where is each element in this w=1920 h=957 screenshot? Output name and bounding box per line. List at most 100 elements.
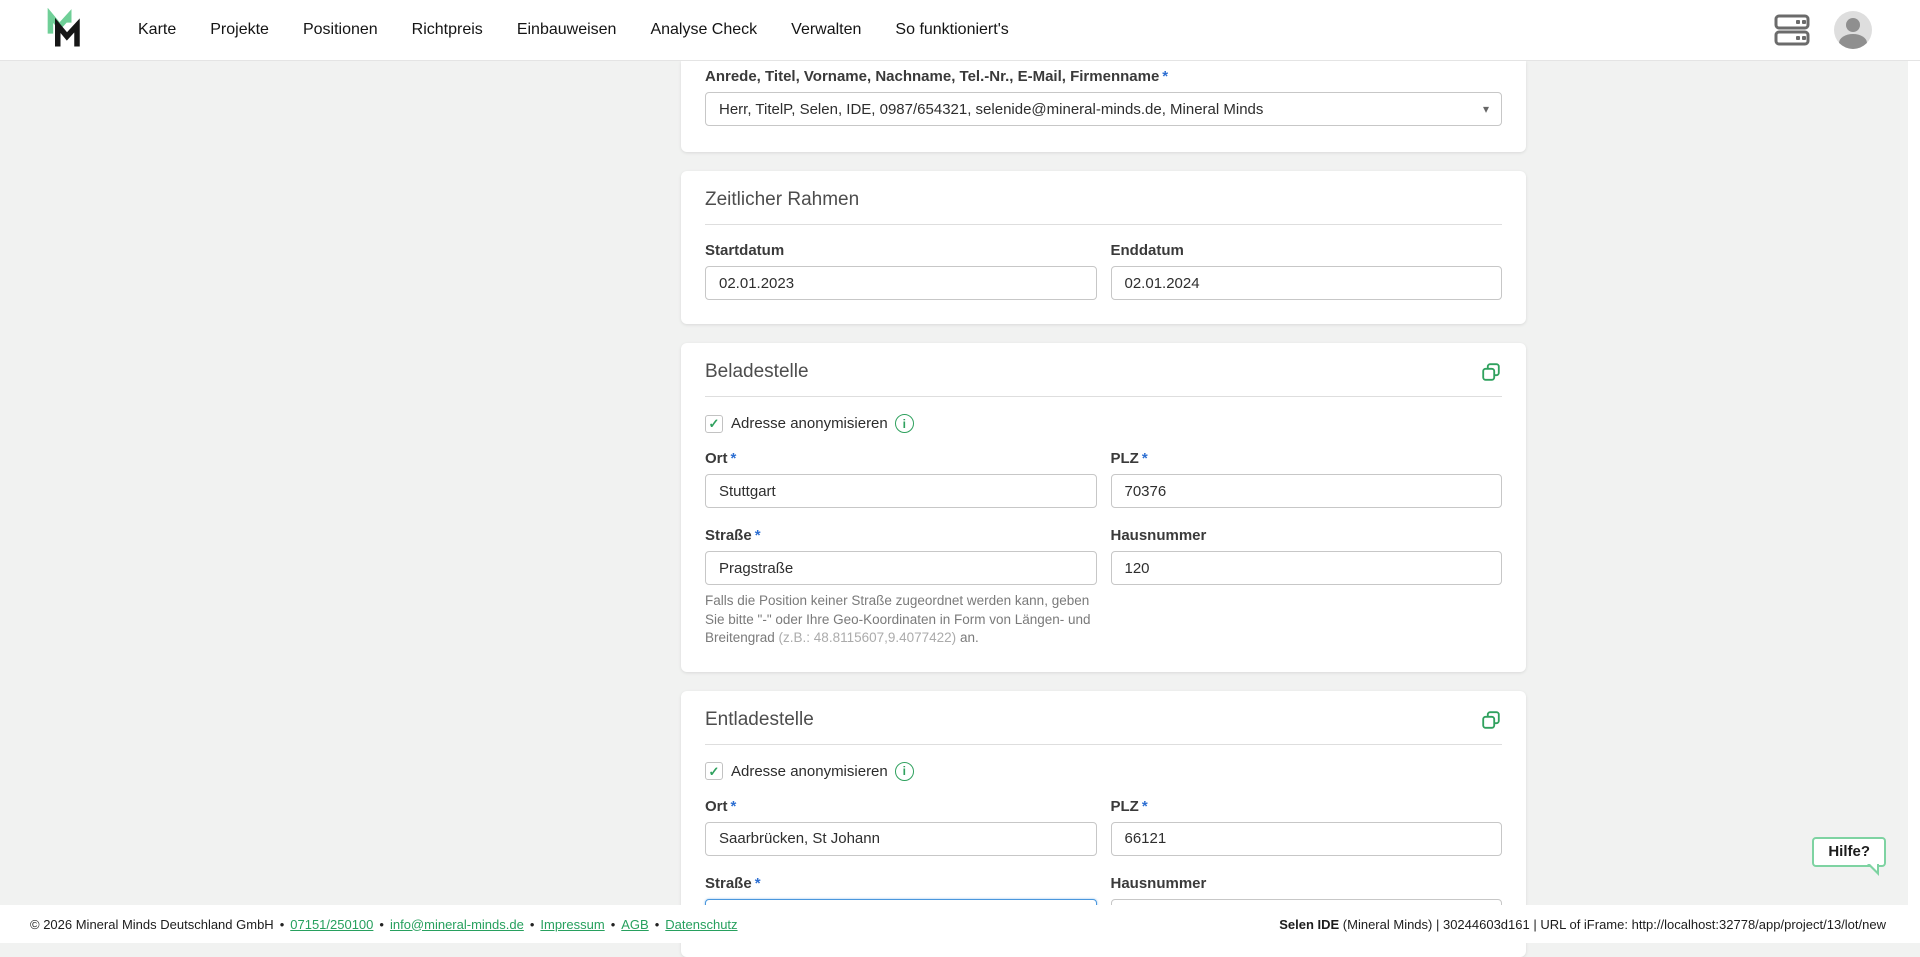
avatar-head-shape [1846, 18, 1860, 32]
scrollbar-track[interactable] [1908, 61, 1920, 943]
avatar-body-shape [1839, 34, 1867, 49]
strasse-input-loading[interactable] [705, 551, 1097, 585]
plz-label-text: PLZ [1111, 450, 1139, 467]
footer-impressum-link[interactable]: Impressum [540, 917, 604, 932]
session-user: Selen IDE [1279, 917, 1339, 932]
plz-field-unloading: PLZ* [1111, 798, 1503, 856]
plz-field-loading: PLZ* [1111, 450, 1503, 508]
contact-select-value: Herr, TitelP, Selen, IDE, 0987/654321, s… [719, 101, 1263, 118]
contact-card: Anrede, Titel, Vorname, Nachname, Tel.-N… [681, 61, 1526, 152]
footer-separator: • [611, 917, 616, 932]
form-content-column: Anrede, Titel, Vorname, Nachname, Tel.-N… [681, 61, 1526, 957]
hausnummer-field-loading: Hausnummer [1111, 527, 1503, 585]
nav-item-positionen[interactable]: Positionen [303, 21, 378, 39]
info-icon[interactable]: i [895, 414, 914, 433]
required-marker: * [1162, 68, 1168, 85]
required-marker: * [755, 527, 761, 544]
contact-select-label: Anrede, Titel, Vorname, Nachname, Tel.-N… [705, 68, 1502, 85]
nav-item-einbauweisen[interactable]: Einbauweisen [517, 21, 617, 39]
plz-label-text: PLZ [1111, 798, 1139, 815]
footer-email-link[interactable]: info@mineral-minds.de [390, 917, 524, 932]
copyright-text: © 2026 Mineral Minds Deutschland GmbH [30, 917, 274, 932]
footer-separator: • [280, 917, 285, 932]
enddatum-field: Enddatum [1111, 242, 1503, 300]
mineral-minds-logo-icon[interactable] [44, 8, 88, 52]
nav-item-karte[interactable]: Karte [138, 21, 176, 39]
nav-item-projekte[interactable]: Projekte [210, 21, 269, 39]
copy-icon[interactable] [1480, 709, 1502, 731]
anonymize-checkbox-loading[interactable]: ✓ [705, 415, 723, 433]
ort-label-unloading: Ort* [705, 798, 1097, 815]
timeframe-title: Zeitlicher Rahmen [705, 189, 859, 211]
checkmark-icon: ✓ [709, 417, 720, 430]
ort-label-loading: Ort* [705, 450, 1097, 467]
required-marker: * [731, 450, 737, 467]
nav-item-richtpreis[interactable]: Richtpreis [412, 21, 483, 39]
strasse-label-loading: Straße* [705, 527, 1097, 544]
plz-input-unloading[interactable] [1111, 822, 1503, 856]
footer-separator: • [530, 917, 535, 932]
main-nav: Karte Projekte Positionen Richtpreis Ein… [138, 21, 1009, 39]
entladestelle-section-head: Entladestelle [705, 709, 1502, 745]
footer-phone-link[interactable]: 07151/250100 [290, 917, 373, 932]
ort-field-loading: Ort* [705, 450, 1097, 508]
footer-bar: © 2026 Mineral Minds Deutschland GmbH • … [0, 905, 1920, 943]
session-info: Selen IDE (Mineral Minds) | 30244603d161… [1279, 917, 1886, 932]
required-marker: * [1142, 798, 1148, 815]
beladestelle-section-head: Beladestelle [705, 361, 1502, 397]
nav-item-verwalten[interactable]: Verwalten [791, 21, 861, 39]
anonymize-label-loading: Adresse anonymisieren [731, 415, 888, 432]
entladestelle-title: Entladestelle [705, 709, 814, 731]
session-details: (Mineral Minds) | 30244603d161 | URL of … [1339, 917, 1886, 932]
hint-example-text: (z.B.: 48.8115607,9.4077422) [779, 630, 957, 645]
header-actions [1774, 11, 1872, 49]
hausnummer-label-unloading: Hausnummer [1111, 875, 1503, 892]
required-marker: * [731, 798, 737, 815]
startdatum-field: Startdatum [705, 242, 1097, 300]
ort-label-text: Ort [705, 798, 728, 815]
ort-label-text: Ort [705, 450, 728, 467]
nav-item-analyse-check[interactable]: Analyse Check [650, 21, 757, 39]
plz-label-unloading: PLZ* [1111, 798, 1503, 815]
checkmark-icon: ✓ [709, 765, 720, 778]
enddatum-label: Enddatum [1111, 242, 1503, 259]
top-navigation-bar: Karte Projekte Positionen Richtpreis Ein… [0, 0, 1920, 61]
timeframe-section-head: Zeitlicher Rahmen [705, 189, 1502, 225]
anonymize-row-loading: ✓ Adresse anonymisieren i [705, 414, 1502, 433]
info-icon[interactable]: i [895, 762, 914, 781]
footer-left: © 2026 Mineral Minds Deutschland GmbH • … [30, 917, 738, 932]
required-marker: * [1142, 450, 1148, 467]
ort-field-unloading: Ort* [705, 798, 1097, 856]
startdatum-input[interactable] [705, 266, 1097, 300]
contact-select[interactable]: Herr, TitelP, Selen, IDE, 0987/654321, s… [705, 92, 1502, 126]
beladestelle-card: Beladestelle ✓ Adresse anonymisieren i O… [681, 343, 1526, 672]
anonymize-checkbox-unloading[interactable]: ✓ [705, 762, 723, 780]
strasse-hint-text: Falls die Position keiner Straße zugeord… [705, 592, 1097, 648]
copy-icon[interactable] [1480, 361, 1502, 383]
hausnummer-input-loading[interactable] [1111, 551, 1503, 585]
nav-item-so-funktionierts[interactable]: So funktioniert's [895, 21, 1008, 39]
help-button[interactable]: Hilfe? [1812, 837, 1886, 867]
plz-label-loading: PLZ* [1111, 450, 1503, 467]
info-icon-glyph: i [903, 764, 906, 778]
footer-separator: • [379, 917, 384, 932]
contact-select-label-text: Anrede, Titel, Vorname, Nachname, Tel.-N… [705, 68, 1159, 85]
beladestelle-title: Beladestelle [705, 361, 809, 383]
ort-input-unloading[interactable] [705, 822, 1097, 856]
server-icon[interactable] [1774, 14, 1810, 46]
hausnummer-label-loading: Hausnummer [1111, 527, 1503, 544]
ort-input-loading[interactable] [705, 474, 1097, 508]
strasse-field-loading: Straße* [705, 527, 1097, 585]
plz-input-loading[interactable] [1111, 474, 1503, 508]
footer-datenschutz-link[interactable]: Datenschutz [665, 917, 737, 932]
info-icon-glyph: i [903, 417, 906, 431]
chevron-down-icon: ▾ [1483, 102, 1489, 116]
footer-separator: • [655, 917, 660, 932]
enddatum-input[interactable] [1111, 266, 1503, 300]
user-avatar[interactable] [1834, 11, 1872, 49]
anonymize-label-unloading: Adresse anonymisieren [731, 763, 888, 780]
timeframe-card: Zeitlicher Rahmen Startdatum Enddatum [681, 171, 1526, 324]
footer-agb-link[interactable]: AGB [621, 917, 648, 932]
hint-suffix-text: an. [956, 630, 979, 645]
startdatum-label: Startdatum [705, 242, 1097, 259]
